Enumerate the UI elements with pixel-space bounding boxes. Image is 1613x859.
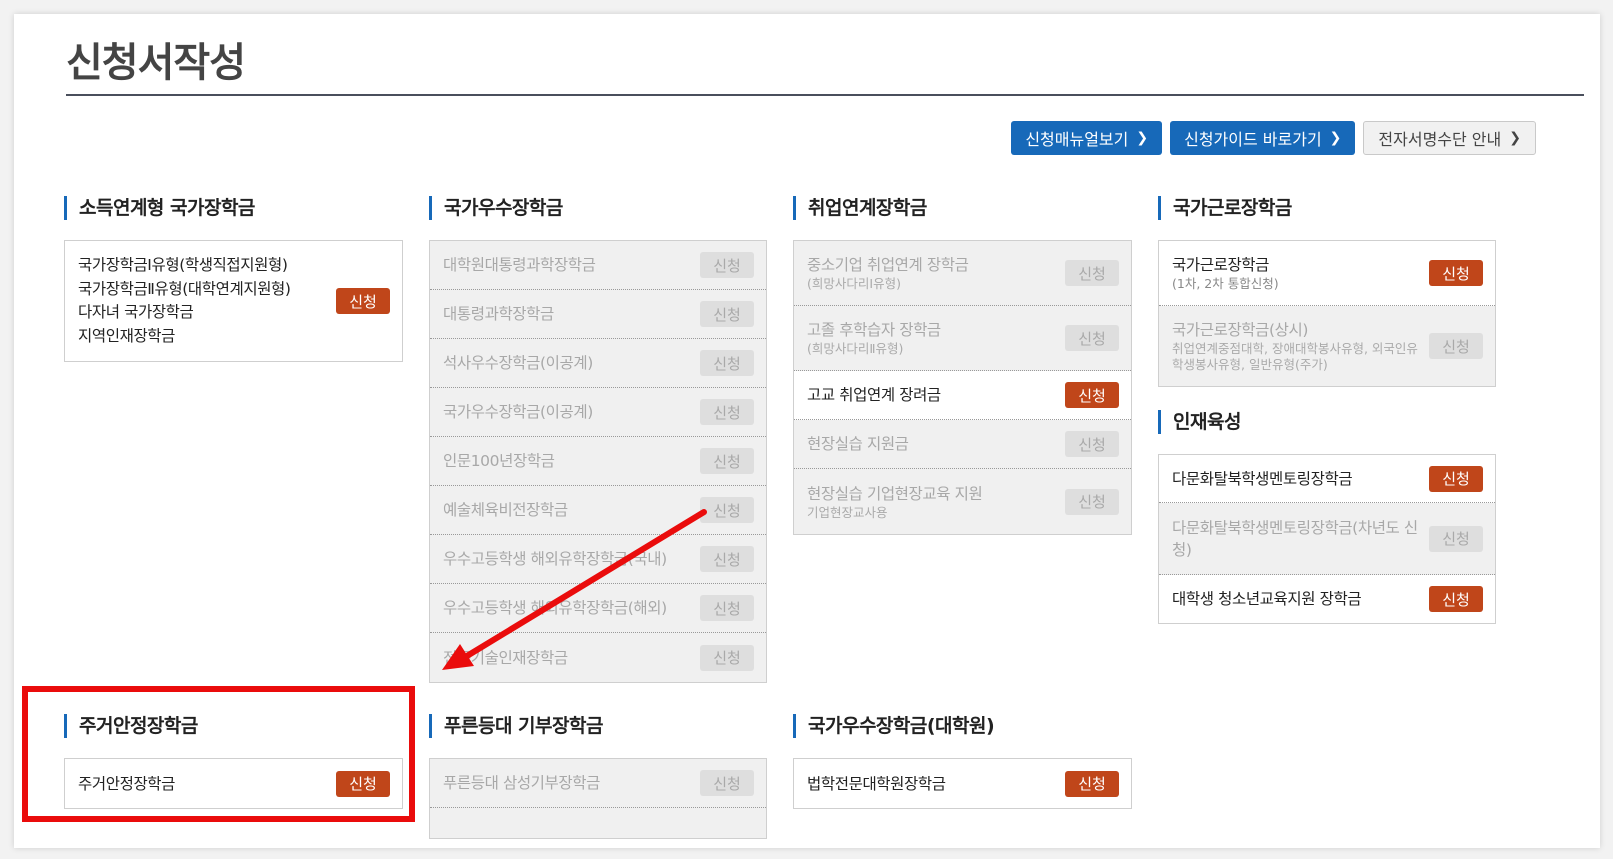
application-page: 신청서작성 신청매뉴얼보기 ❯ 신청가이드 바로가기 ❯ 전자서명수단 안내 ❯ 소득… [14,14,1600,848]
red-arrow-icon [442,509,707,670]
